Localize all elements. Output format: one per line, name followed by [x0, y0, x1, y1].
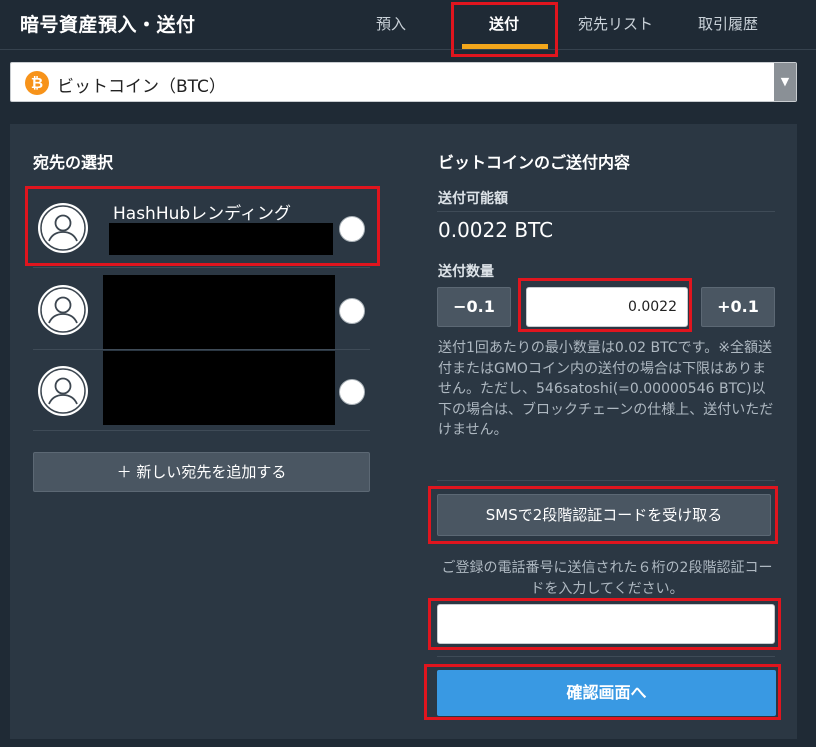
currency-select-value: ビットコイン（BTC）: [57, 77, 226, 97]
divider: [437, 480, 775, 481]
add-recipient-button[interactable]: ＋ 新しい宛先を追加する: [33, 452, 370, 492]
send-section-title: ビットコインのご送付内容: [438, 153, 631, 172]
confirm-button[interactable]: 確認画面へ: [437, 670, 776, 716]
active-tab-indicator: [462, 44, 548, 49]
chevron-down-icon[interactable]: ▼: [774, 63, 796, 101]
recipient-radio[interactable]: [339, 216, 365, 242]
recipient-item[interactable]: HashHubレンディング: [33, 188, 370, 268]
increment-button[interactable]: +0.1: [701, 287, 775, 327]
tab-address-list[interactable]: 宛先リスト: [578, 13, 653, 34]
recipient-item[interactable]: [33, 270, 370, 350]
currency-select[interactable]: ₿ ビットコイン（BTC） ▼: [10, 62, 797, 102]
user-avatar-icon: [38, 285, 88, 335]
sms-code-instructions: ご登録の電話番号に送信された６桁の2段階認証コードを入力してください。: [441, 560, 773, 597]
tab-history[interactable]: 取引履歴: [698, 13, 758, 34]
qty-label: 送付数量: [438, 264, 494, 280]
available-amount: 0.0022 BTC: [438, 218, 554, 242]
recipient-radio[interactable]: [339, 379, 365, 405]
decrement-button[interactable]: −0.1: [437, 287, 511, 327]
quantity-input[interactable]: 0.0022: [526, 287, 688, 327]
recipient-section-title: 宛先の選択: [33, 153, 114, 172]
sms-code-button[interactable]: SMSで2段階認証コードを受け取る: [437, 494, 771, 536]
user-avatar-icon: [38, 366, 88, 416]
divider: [437, 211, 775, 212]
auth-code-input[interactable]: [437, 604, 775, 644]
user-avatar-icon: [38, 203, 88, 253]
tab-deposit[interactable]: 預入: [376, 13, 406, 34]
recipient-radio[interactable]: [339, 298, 365, 324]
tab-send[interactable]: 送付: [489, 13, 519, 34]
recipient-name: HashHubレンディング: [113, 204, 291, 224]
available-label: 送付可能額: [438, 191, 508, 207]
divider: [437, 656, 775, 657]
redacted-recipient: [103, 351, 335, 425]
recipient-item[interactable]: [33, 351, 370, 431]
minimum-amount-note: 送付1回あたりの最小数量は0.02 BTCです。※全額送付またはGMOコイン内の…: [438, 340, 774, 438]
bitcoin-icon: ₿: [25, 71, 49, 95]
redacted-address: [109, 223, 333, 255]
redacted-recipient: [103, 275, 335, 349]
page-header: 暗号資産預入・送付 預入 送付 宛先リスト 取引履歴: [0, 0, 816, 50]
page-title: 暗号資産預入・送付: [20, 14, 196, 36]
